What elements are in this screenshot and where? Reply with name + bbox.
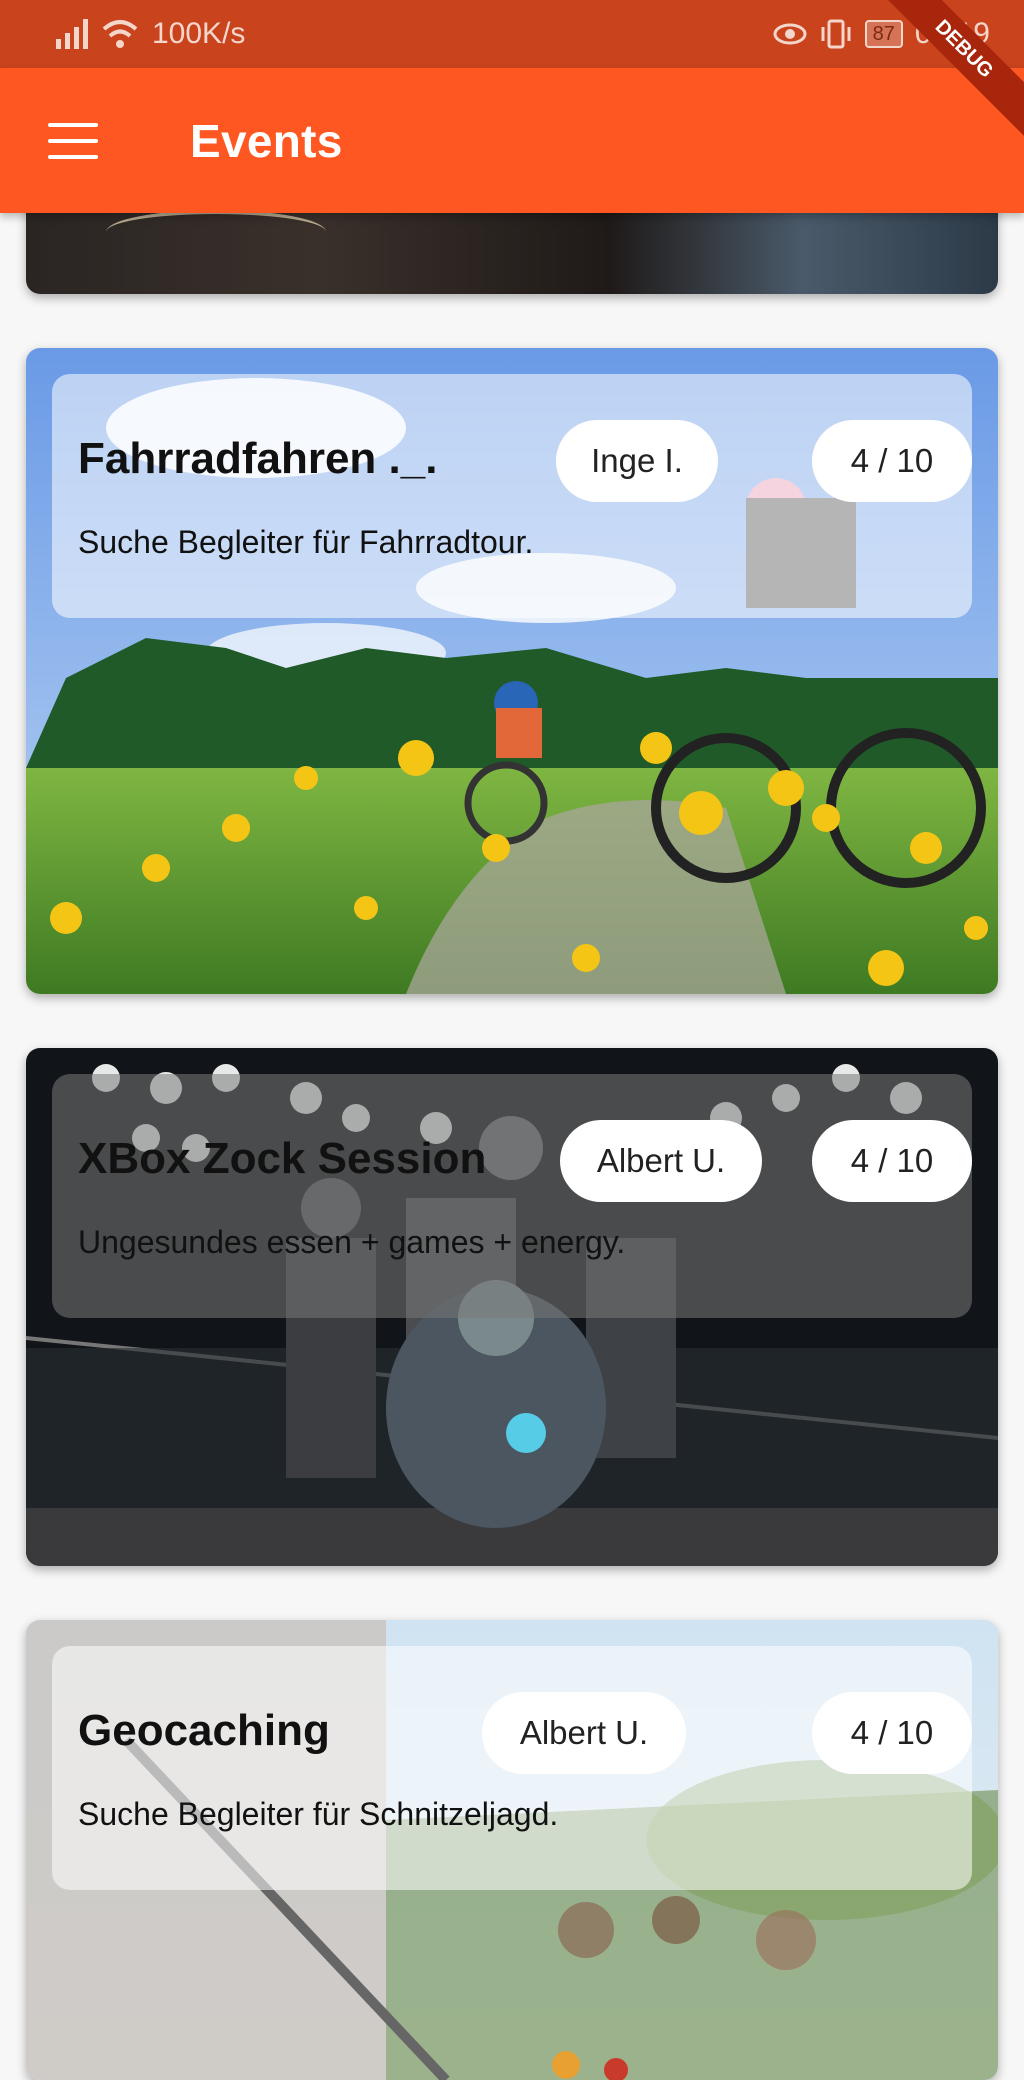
- organizer-badge: Albert U.: [560, 1120, 762, 1202]
- menu-icon[interactable]: [48, 122, 98, 159]
- wifi-icon: [102, 20, 138, 48]
- organizer-badge: Albert U.: [482, 1692, 686, 1774]
- organizer-badge: Inge I.: [556, 420, 718, 502]
- event-description: Suche Begleiter für Schnitzeljagd.: [78, 1796, 559, 1832]
- event-description: Suche Begleiter für Fahrradtour.: [78, 524, 534, 560]
- event-title: Fahrradfahren ._.: [78, 434, 438, 483]
- event-card[interactable]: Geocaching Albert U. 4 / 10 Suche Beglei…: [26, 1620, 998, 2080]
- status-bar: 100K/s 87 09:19: [0, 0, 1024, 68]
- event-info-panel: XBox Zock Session Albert U. 4 / 10 Unges…: [52, 1074, 972, 1318]
- event-card[interactable]: Fahrradfahren ._. Inge I. 4 / 10 Suche B…: [26, 348, 998, 994]
- event-title: XBox Zock Session: [78, 1134, 487, 1183]
- event-info-panel: Fahrradfahren ._. Inge I. 4 / 10 Suche B…: [52, 374, 972, 618]
- event-card[interactable]: XBox Zock Session Albert U. 4 / 10 Unges…: [26, 1048, 998, 1566]
- signal-icon: [56, 19, 88, 49]
- event-title: Geocaching: [78, 1706, 330, 1755]
- participants-badge: 4 / 10: [812, 1692, 972, 1774]
- event-info-panel: Geocaching Albert U. 4 / 10 Suche Beglei…: [52, 1646, 972, 1890]
- participants-badge: 4 / 10: [812, 420, 972, 502]
- participants-badge: 4 / 10: [812, 1120, 972, 1202]
- battery-icon: 87: [864, 20, 903, 48]
- app-bar: Events: [0, 68, 1024, 213]
- event-description: Ungesundes essen + games + energy.: [78, 1224, 626, 1260]
- eye-icon: [773, 23, 807, 45]
- network-speed: 100K/s: [152, 17, 246, 50]
- page-title: Events: [190, 114, 343, 167]
- vibrate-icon: [821, 19, 851, 49]
